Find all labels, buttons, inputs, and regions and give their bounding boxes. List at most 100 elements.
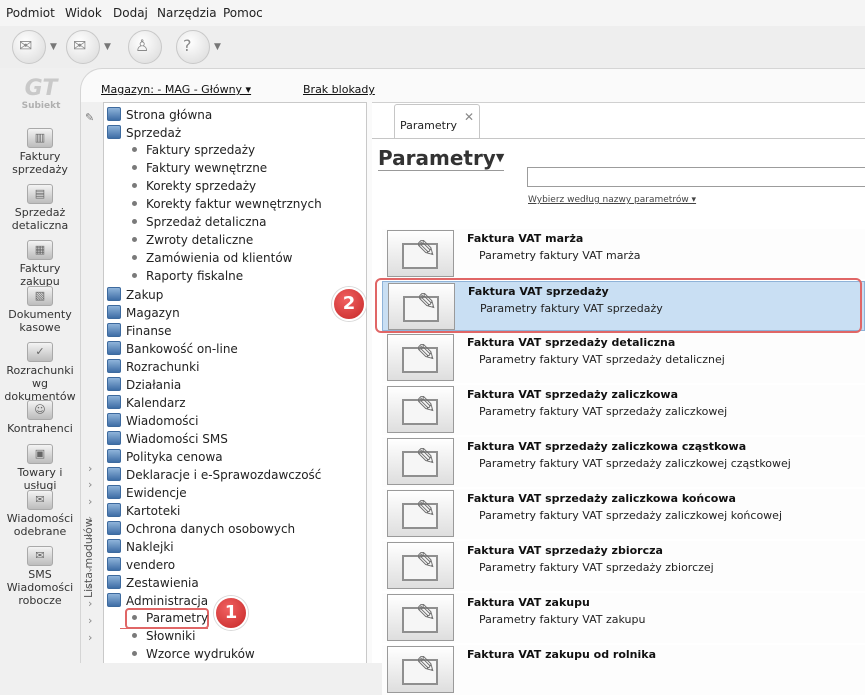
- nav-sms-wiadomosci[interactable]: ✉ SMS Wiadomości robocze: [0, 546, 80, 607]
- menu-narzedzia[interactable]: Narzędzia: [157, 6, 217, 20]
- edit-document-icon: ✎: [387, 438, 454, 485]
- tree-subitem[interactable]: Parametry: [132, 611, 208, 629]
- module-icon: [107, 287, 121, 301]
- mail-button[interactable]: ✉ ▼: [66, 30, 122, 64]
- nav-wiadomosci-odebrane[interactable]: ✉ Wiadomości odebrane: [0, 490, 80, 538]
- menu-pomoc[interactable]: Pomoc: [223, 6, 263, 20]
- search-input[interactable]: [527, 167, 865, 187]
- bullet-icon: [132, 183, 137, 188]
- nav-sprzedaz-detaliczna[interactable]: ▤ Sprzedaż detaliczna: [0, 184, 80, 232]
- parameter-description: Parametry faktury VAT sprzedaży: [480, 302, 663, 315]
- tree-subitem[interactable]: Sprzedaż detaliczna: [132, 215, 267, 233]
- tree-node[interactable]: Ewidencje: [107, 485, 187, 503]
- pin-icon[interactable]: ✎: [85, 111, 94, 124]
- parameter-row[interactable]: ✎ Faktura VAT zakupu Parametry faktury VAT…: [382, 593, 865, 643]
- edit-document-icon: ✎: [387, 594, 454, 641]
- chevron-down-icon: ▼: [495, 151, 505, 164]
- tree-item-label: Kalendarz: [126, 396, 186, 410]
- magazyn-selector[interactable]: Magazyn: - MAG - Główny ▾: [101, 83, 251, 96]
- tree-node[interactable]: Finanse: [107, 323, 172, 341]
- tree-node[interactable]: Deklaracje i e-Sprawozdawczość: [107, 467, 321, 485]
- chevron-right-icon[interactable]: ›: [88, 495, 92, 508]
- tab-parametry[interactable]: Parametry ✕: [394, 104, 480, 138]
- tree-node[interactable]: Zakup: [107, 287, 163, 305]
- nav-rozrachunki[interactable]: ✓ Rozrachunki wg dokumentów: [0, 342, 80, 403]
- edit-document-icon: ✎: [387, 542, 454, 589]
- tree-item-label: Ochrona danych osobowych: [126, 522, 296, 536]
- chevron-right-icon[interactable]: ›: [88, 462, 92, 475]
- tree-node[interactable]: Kalendarz: [107, 395, 186, 413]
- tree-subitem[interactable]: Zamówienia od klientów: [132, 251, 292, 269]
- tree-node[interactable]: Polityka cenowa: [107, 449, 223, 467]
- blokada-link[interactable]: Brak blokady: [303, 83, 375, 96]
- coins-icon: ▥: [27, 128, 53, 148]
- parameter-row[interactable]: ✎ Faktura VAT zakupu od rolnika: [382, 645, 865, 695]
- chevron-right-icon[interactable]: ›: [88, 597, 92, 610]
- tree-node[interactable]: Ochrona danych osobowych: [107, 521, 295, 539]
- tree-subitem[interactable]: Raporty fiskalne: [132, 269, 243, 287]
- tree-subitem[interactable]: Wzorce wydruków: [132, 647, 255, 665]
- tree-subitem[interactable]: Korekty faktur wewnętrznych: [132, 197, 322, 215]
- chevron-right-icon[interactable]: ›: [88, 614, 92, 627]
- parameter-row[interactable]: ✎ Faktura VAT sprzedaży detaliczna Paramet…: [382, 333, 865, 383]
- bullet-icon: [132, 651, 137, 656]
- parameter-description: Parametry faktury VAT marża: [479, 249, 641, 262]
- chevron-right-icon[interactable]: ›: [88, 478, 92, 491]
- chevron-right-icon[interactable]: ›: [88, 631, 92, 644]
- stamp-icon: ♙: [135, 36, 150, 55]
- close-icon[interactable]: ✕: [464, 110, 474, 124]
- tree-node[interactable]: Wiadomości: [107, 413, 198, 431]
- tree-item-label: Magazyn: [126, 306, 180, 320]
- menu-podmiot[interactable]: Podmiot: [6, 6, 55, 20]
- tree-subitem[interactable]: Słowniki: [132, 629, 195, 647]
- module-icon: [107, 413, 121, 427]
- nav-kontrahenci[interactable]: ☺ Kontrahenci: [0, 400, 80, 435]
- tree-node[interactable]: Strona główna: [107, 107, 212, 125]
- tree-subitem[interactable]: Zwroty detaliczne: [132, 233, 253, 251]
- parameter-row[interactable]: ✎ Faktura VAT sprzedaży zaliczkowa Paramet…: [382, 385, 865, 435]
- tree-subitem[interactable]: Faktury wewnętrzne: [132, 161, 267, 179]
- parameter-row[interactable]: ✎ Faktura VAT marża Parametry faktury VAT …: [382, 229, 865, 279]
- tree-item-label: Korekty sprzedaży: [146, 179, 257, 193]
- menu-dodaj[interactable]: Dodaj: [113, 6, 148, 20]
- tree-subitem[interactable]: Faktury sprzedaży: [132, 143, 255, 161]
- tree-node[interactable]: Kartoteki: [107, 503, 180, 521]
- parameter-row[interactable]: ✎ Faktura VAT sprzedaży Parametry faktury …: [382, 281, 865, 331]
- tree-item-label: Rozrachunki: [126, 360, 200, 374]
- tree-node[interactable]: Działania: [107, 377, 181, 395]
- edit-document-icon: ✎: [387, 386, 454, 433]
- module-icon: [107, 107, 121, 121]
- nav-faktury-zakupu[interactable]: ▦ Faktury zakupu: [0, 240, 80, 288]
- parameter-description: Parametry faktury VAT sprzedaży zaliczko…: [479, 509, 783, 522]
- nav-faktury-sprzedazy[interactable]: ▥ Faktury sprzedaży: [0, 128, 80, 176]
- nav-towary-uslugi[interactable]: ▣ Towary i usługi: [0, 444, 80, 492]
- tree-node[interactable]: Bankowość on-line: [107, 341, 238, 359]
- parameter-title: Faktura VAT sprzedaży detaliczna: [467, 336, 676, 349]
- tree-node[interactable]: Magazyn: [107, 305, 180, 323]
- search-hint-link[interactable]: Wybierz według nazwy parametrów ▾: [528, 195, 696, 205]
- help-button[interactable]: ? ▼: [176, 30, 232, 64]
- menu-bar: Podmiot Widok Dodaj Narzędzia Pomoc: [0, 0, 865, 26]
- tree-node[interactable]: Naklejki: [107, 539, 174, 557]
- tree-item-label: Deklaracje i e-Sprawozdawczość: [126, 468, 322, 482]
- send-button[interactable]: ✉ ▼: [12, 30, 68, 64]
- left-nav: GT Subiekt ▥ Faktury sprzedaży ▤ Sprzedaż …: [0, 68, 80, 663]
- parameter-title: Faktura VAT sprzedaży zaliczkowa: [467, 388, 678, 401]
- menu-widok[interactable]: Widok: [65, 6, 102, 20]
- tree-node[interactable]: Rozrachunki: [107, 359, 199, 377]
- tree-node[interactable]: Sprzedaż: [107, 125, 181, 143]
- tree-subitem[interactable]: Korekty sprzedaży: [132, 179, 256, 197]
- parameter-row[interactable]: ✎ Faktura VAT sprzedaży zaliczkowa cząstk…: [382, 437, 865, 487]
- parameter-row[interactable]: ✎ Faktura VAT sprzedaży zbiorcza Parametry…: [382, 541, 865, 591]
- tree-node[interactable]: Wiadomości SMS: [107, 431, 228, 449]
- bullet-icon: [132, 219, 137, 224]
- nav-dokumenty-kasowe[interactable]: ▧ Dokumenty kasowe: [0, 286, 80, 334]
- parameter-description: Parametry faktury VAT sprzedaży zbiorcze…: [479, 561, 714, 574]
- parameter-row[interactable]: ✎ Faktura VAT sprzedaży zaliczkowa końcow…: [382, 489, 865, 539]
- tree-node[interactable]: vendero: [107, 557, 175, 575]
- parameter-title: Faktura VAT sprzedaży zaliczkowa cząstko…: [467, 440, 747, 453]
- tree-node[interactable]: Zestawienia: [107, 575, 199, 593]
- page-title[interactable]: Parametry▼: [378, 146, 505, 171]
- bullet-icon: [132, 165, 137, 170]
- tree-item-label: Słowniki: [146, 629, 196, 643]
